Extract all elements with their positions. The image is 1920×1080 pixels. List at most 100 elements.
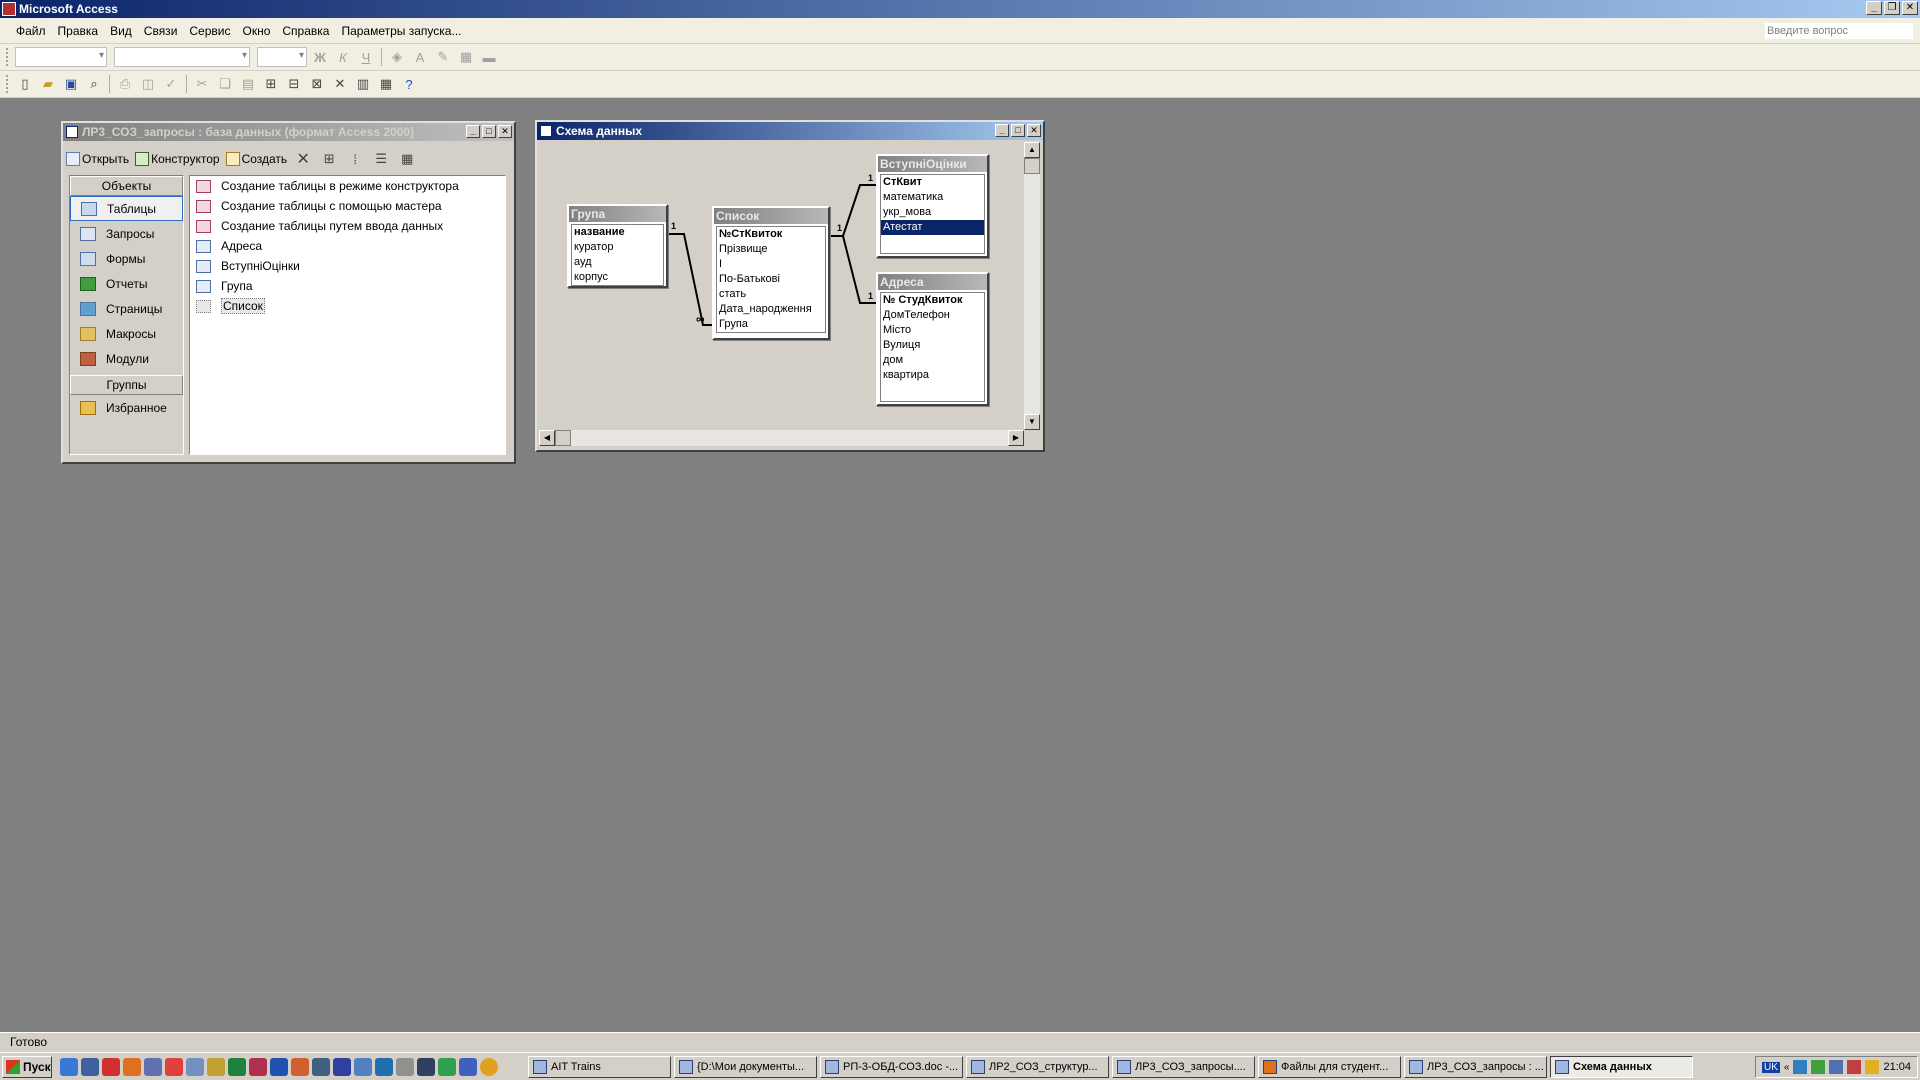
all-relations-icon[interactable]: ⊠ xyxy=(307,74,327,94)
show-table-icon[interactable]: ⊞ xyxy=(261,74,281,94)
ie-icon[interactable] xyxy=(60,1057,78,1076)
field[interactable]: математика xyxy=(881,190,984,205)
tray-icon[interactable] xyxy=(1847,1060,1862,1074)
preview-icon[interactable]: ◫ xyxy=(138,74,158,94)
close-button[interactable]: ✕ xyxy=(1902,1,1918,15)
object-pages[interactable]: Страницы xyxy=(70,296,183,321)
object-tables[interactable]: Таблицы xyxy=(70,196,183,221)
object-queries[interactable]: Запросы xyxy=(70,221,183,246)
vertical-scrollbar[interactable]: ▲ ▼ xyxy=(1024,142,1040,430)
list-view-icon[interactable]: ☰ xyxy=(371,149,391,169)
table-group[interactable]: Група название куратор ауд корпус xyxy=(567,204,668,288)
app-icon[interactable] xyxy=(144,1057,162,1076)
field[interactable]: корпус xyxy=(572,270,663,285)
cut-icon[interactable]: ✂ xyxy=(192,74,212,94)
field[interactable]: Дата_народження xyxy=(717,302,825,317)
group-favorites[interactable]: Избранное xyxy=(70,395,183,420)
minimize-button[interactable]: _ xyxy=(1866,1,1882,15)
field[interactable]: СтКвит xyxy=(881,175,984,190)
scroll-thumb[interactable] xyxy=(555,430,571,446)
start-button[interactable]: Пуск xyxy=(2,1055,52,1078)
maximize-button[interactable]: □ xyxy=(1011,124,1025,137)
border-icon[interactable]: ▦ xyxy=(456,47,476,67)
object-modules[interactable]: Модули xyxy=(70,346,183,371)
database-window-icon[interactable]: ▥ xyxy=(353,74,373,94)
task-schema[interactable]: Схема данных xyxy=(1550,1055,1693,1078)
horizontal-scrollbar[interactable]: ◀ ▶ xyxy=(539,430,1024,446)
word-icon[interactable] xyxy=(270,1057,288,1076)
toolbar-grip[interactable] xyxy=(6,75,9,93)
delete-icon[interactable]: ✕ xyxy=(293,149,313,169)
object-combo[interactable] xyxy=(15,47,107,67)
powerpoint-icon[interactable] xyxy=(291,1057,309,1076)
app-icon[interactable] xyxy=(480,1057,498,1076)
restore-button[interactable]: ❐ xyxy=(1884,1,1900,15)
open-icon[interactable]: ▰ xyxy=(38,74,58,94)
menu-window[interactable]: Окно xyxy=(236,24,276,38)
field[interactable]: ДомТелефон xyxy=(881,308,984,323)
open-button[interactable]: Открыть xyxy=(66,152,129,166)
field[interactable]: куратор xyxy=(572,240,663,255)
field[interactable]: ауд xyxy=(572,255,663,270)
list-item[interactable]: ВступніОцінки xyxy=(190,256,505,276)
font-size-combo[interactable] xyxy=(257,47,307,67)
table-list[interactable]: Список №СтКвиток Прізвище І По-Батькові … xyxy=(712,206,830,340)
search-icon[interactable]: ⌕ xyxy=(84,74,104,94)
database-window-title-bar[interactable]: ЛР3_СОЗ_запросы : база данных (формат Ac… xyxy=(63,123,514,141)
direct-relations-icon[interactable]: ⊟ xyxy=(284,74,304,94)
app-icon[interactable] xyxy=(396,1057,414,1076)
design-button[interactable]: Конструктор xyxy=(135,152,220,166)
object-reports[interactable]: Отчеты xyxy=(70,271,183,296)
access-icon[interactable] xyxy=(249,1057,267,1076)
minimize-button[interactable]: _ xyxy=(466,125,480,138)
scroll-down-icon[interactable]: ▼ xyxy=(1024,414,1040,430)
font-combo[interactable] xyxy=(114,47,250,67)
field-selected[interactable]: Атестат xyxy=(881,220,984,235)
scroll-up-icon[interactable]: ▲ xyxy=(1024,142,1040,158)
app-title-bar[interactable]: Microsoft Access _ ❐ ✕ xyxy=(0,0,1920,18)
network-icon[interactable] xyxy=(1829,1060,1844,1074)
task-firefox[interactable]: Файлы для студент... xyxy=(1258,1055,1401,1078)
field[interactable]: По-Батькові xyxy=(717,272,825,287)
small-icons-icon[interactable]: ⁞ xyxy=(345,149,365,169)
object-forms[interactable]: Формы xyxy=(70,246,183,271)
app-icon[interactable] xyxy=(354,1057,372,1076)
field[interactable]: квартира xyxy=(881,368,984,383)
bold-icon[interactable]: Ж xyxy=(310,47,330,67)
app-icon[interactable] xyxy=(438,1057,456,1076)
table-entrance-grades[interactable]: ВступніОцінки СтКвит математика укр_мова… xyxy=(876,154,989,258)
menu-view[interactable]: Вид xyxy=(104,24,138,38)
menu-startup[interactable]: Параметры запуска... xyxy=(335,24,467,38)
schema-window-title-bar[interactable]: Схема данных _ □ ✕ xyxy=(537,122,1043,140)
media-player-icon[interactable] xyxy=(417,1057,435,1076)
desktop-icon[interactable] xyxy=(81,1057,99,1076)
app-icon[interactable] xyxy=(333,1057,351,1076)
task-lr2[interactable]: ЛР2_СОЗ_структур... xyxy=(966,1055,1109,1078)
access-app-icon[interactable] xyxy=(2,2,16,16)
firefox-icon[interactable] xyxy=(123,1057,141,1076)
create-button[interactable]: Создать xyxy=(225,152,287,166)
relation-line-group-list[interactable] xyxy=(668,233,712,326)
field[interactable]: №СтКвиток xyxy=(717,227,825,242)
menu-help[interactable]: Справка xyxy=(276,24,335,38)
excel-icon[interactable] xyxy=(228,1057,246,1076)
app-icon[interactable] xyxy=(207,1057,225,1076)
table-header[interactable]: ВступніОцінки xyxy=(878,156,987,172)
language-indicator[interactable]: UK xyxy=(1762,1061,1780,1073)
task-ait-trains[interactable]: AIT Trains xyxy=(528,1055,671,1078)
objects-header[interactable]: Объекты xyxy=(70,176,183,196)
list-item[interactable]: Создание таблицы с помощью мастера xyxy=(190,196,505,216)
spelling-icon[interactable]: ✓ xyxy=(161,74,181,94)
italic-icon[interactable]: К xyxy=(333,47,353,67)
menu-edit[interactable]: Правка xyxy=(52,24,105,38)
resize-grip-icon[interactable] xyxy=(1024,430,1040,446)
field[interactable]: укр_мова xyxy=(881,205,984,220)
ask-question-input[interactable]: Введите вопрос xyxy=(1764,22,1914,40)
font-color-icon[interactable]: A xyxy=(410,47,430,67)
app-icon[interactable] xyxy=(312,1057,330,1076)
app-icon[interactable] xyxy=(459,1057,477,1076)
copy-icon[interactable]: ❏ xyxy=(215,74,235,94)
save-icon[interactable]: ▣ xyxy=(61,74,81,94)
close-button[interactable]: ✕ xyxy=(1027,124,1041,137)
list-item[interactable]: Група xyxy=(190,276,505,296)
